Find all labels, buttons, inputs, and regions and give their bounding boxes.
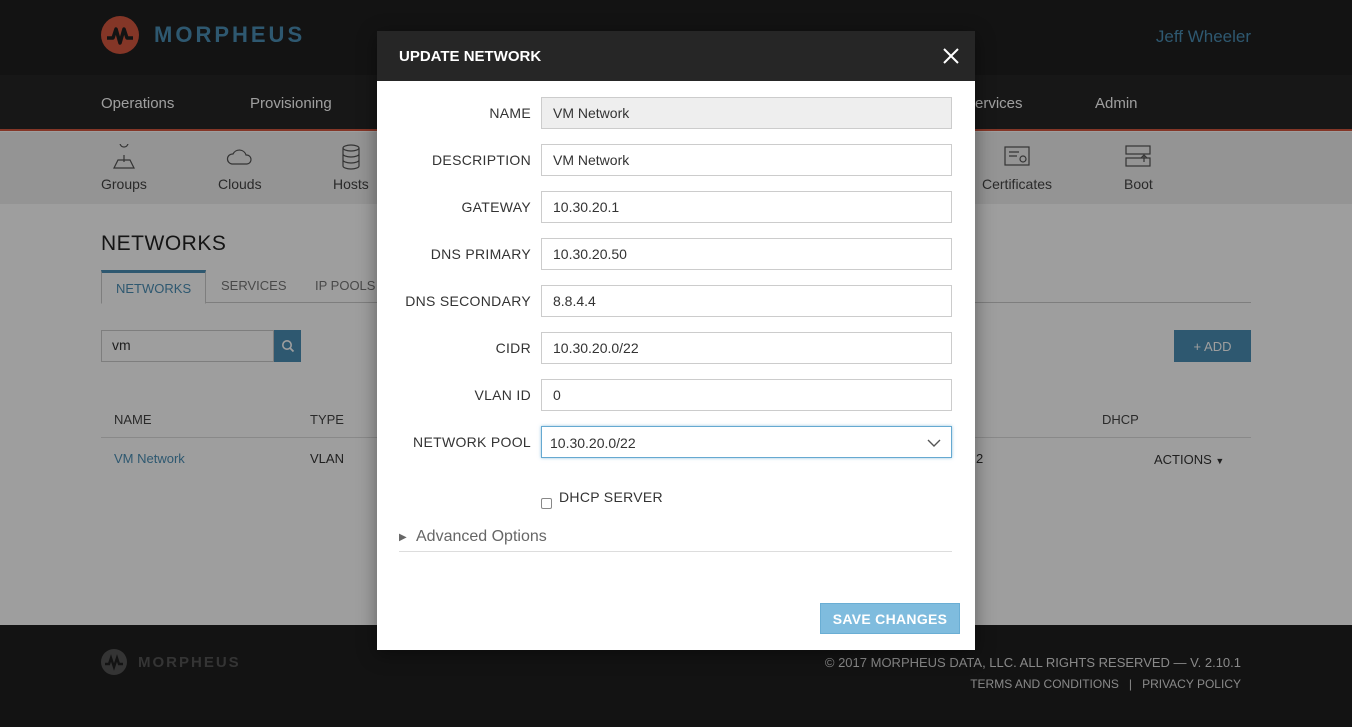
dns-primary-row: DNS PRIMARY	[377, 238, 975, 270]
dns-primary-label: DNS PRIMARY	[430, 246, 531, 262]
description-label: DESCRIPTION	[432, 152, 531, 168]
gateway-label: GATEWAY	[461, 199, 531, 215]
dns-primary-field[interactable]	[541, 238, 952, 270]
network-pool-row: NETWORK POOL 10.30.20.0/22	[377, 426, 975, 458]
name-row: NAME	[377, 97, 975, 129]
description-row: DESCRIPTION	[377, 144, 975, 176]
description-field[interactable]	[541, 144, 952, 176]
network-pool-select[interactable]: 10.30.20.0/22	[541, 426, 952, 458]
advanced-options-label: Advanced Options	[416, 528, 547, 545]
dns-secondary-label: DNS SECONDARY	[405, 293, 531, 309]
cidr-label: CIDR	[495, 340, 531, 356]
dhcp-server-label[interactable]: DHCP SERVER	[559, 489, 663, 505]
cidr-row: CIDR	[377, 332, 975, 364]
chevron-down-icon	[927, 439, 941, 447]
network-pool-value: 10.30.20.0/22	[550, 435, 636, 451]
close-icon[interactable]	[941, 46, 961, 66]
modal-header: UPDATE NETWORK	[377, 31, 975, 81]
vlan-id-field[interactable]	[541, 379, 952, 411]
save-changes-button[interactable]: SAVE CHANGES	[820, 603, 960, 634]
network-pool-label: NETWORK POOL	[413, 434, 531, 450]
name-label: NAME	[489, 105, 531, 121]
gateway-row: GATEWAY	[377, 191, 975, 223]
dhcp-server-row: DHCP SERVER	[541, 489, 663, 509]
update-network-modal: UPDATE NETWORK NAME DESCRIPTION GATEWAY …	[377, 31, 975, 650]
modal-title: UPDATE NETWORK	[399, 48, 542, 65]
dhcp-server-checkbox[interactable]	[541, 498, 552, 509]
dns-secondary-row: DNS SECONDARY	[377, 285, 975, 317]
vlan-id-label: VLAN ID	[474, 387, 531, 403]
gateway-field[interactable]	[541, 191, 952, 223]
caret-right-icon: ▶	[399, 532, 407, 543]
vlan-id-row: VLAN ID	[377, 379, 975, 411]
cidr-field[interactable]	[541, 332, 952, 364]
advanced-options-toggle[interactable]: ▶ Advanced Options	[399, 528, 952, 552]
dns-secondary-field[interactable]	[541, 285, 952, 317]
name-field[interactable]	[541, 97, 952, 129]
